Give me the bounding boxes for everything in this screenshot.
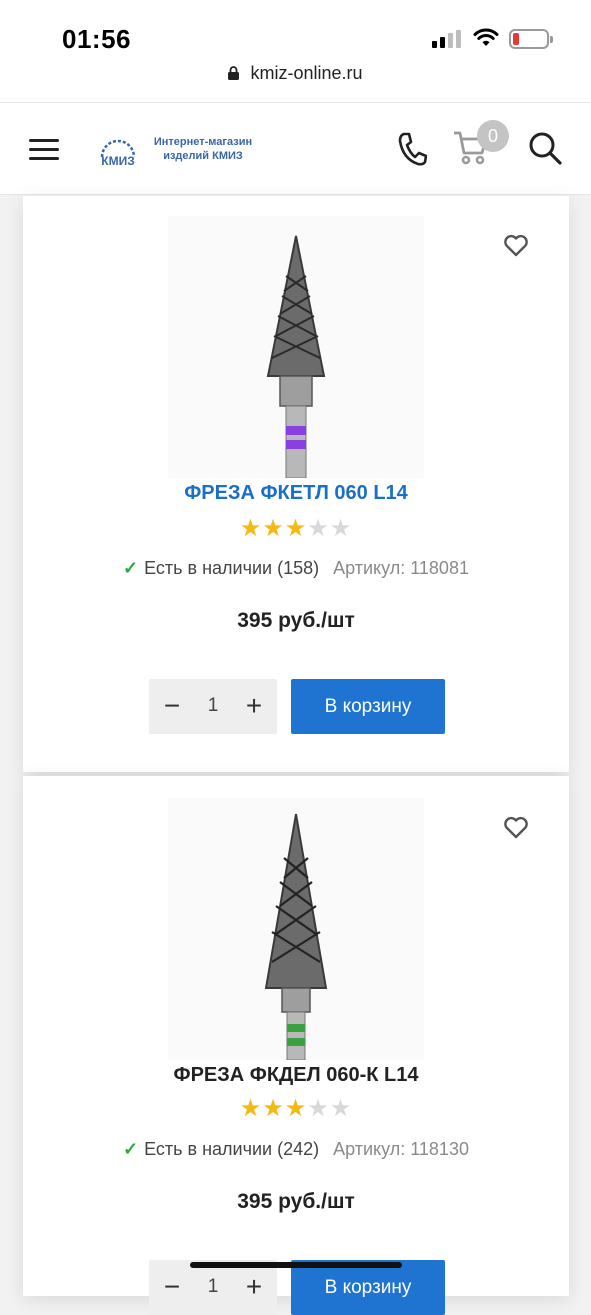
star-filled-icon: ★ [284, 1095, 308, 1122]
phone-icon[interactable] [397, 131, 427, 167]
battery-level [513, 33, 519, 45]
add-to-cart-button[interactable]: В корзину [291, 679, 445, 734]
quantity-value[interactable]: 1 [193, 695, 233, 717]
star-filled-icon: ★ [239, 1095, 263, 1122]
favorite-heart-icon[interactable] [503, 234, 529, 258]
increment-button[interactable]: + [239, 691, 269, 721]
product-image[interactable] [168, 216, 424, 478]
status-bar: 01:56 [0, 0, 591, 62]
shank-band [286, 426, 306, 435]
star-empty-icon: ★ [307, 1095, 330, 1122]
cart-count-badge[interactable]: 0 [477, 120, 509, 152]
product-title[interactable]: ФРЕЗА ФКЕТЛ 060 L14 [23, 482, 569, 505]
add-to-cart-button[interactable]: В корзину [291, 1260, 445, 1315]
checkmark-icon: ✓ [123, 558, 139, 578]
stock-info: ✓ Есть в наличии (158) Артикул: 118081 [23, 558, 569, 579]
sku-label: Артикул: 118130 [333, 1139, 469, 1159]
star-empty-icon: ★ [329, 1095, 353, 1122]
status-time: 01:56 [62, 24, 131, 54]
shank-band [286, 440, 306, 449]
stock-status: Есть в наличии (158) [144, 558, 320, 578]
home-indicator[interactable] [190, 1262, 402, 1268]
quantity-stepper: − 1 + [149, 1260, 277, 1315]
logo-mark-icon: КМИЗ [100, 139, 136, 168]
product-title[interactable]: ФРЕЗА ФКДЕЛ 060-К L14 [23, 1064, 569, 1087]
sku-label: Артикул: 118081 [333, 558, 469, 578]
url-text: kmiz-online.ru [250, 62, 363, 83]
star-filled-icon: ★ [262, 515, 285, 542]
checkmark-icon: ✓ [123, 1139, 139, 1159]
stock-info: ✓ Есть в наличии (242) Артикул: 118130 [23, 1139, 569, 1160]
product-price: 395 руб./шт [237, 1190, 355, 1213]
star-filled-icon: ★ [262, 1095, 285, 1122]
address-bar[interactable]: kmiz-online.ru [0, 62, 591, 102]
rating-stars: ★★★★★ [23, 1094, 569, 1123]
logo-text-line1: Интернет-магазин [153, 136, 253, 148]
rating-stars: ★★★★★ [23, 514, 569, 543]
decrement-button[interactable]: − [157, 691, 187, 721]
quantity-value[interactable]: 1 [193, 1276, 233, 1298]
menu-icon[interactable] [29, 136, 59, 162]
logo-text-line2: изделий КМИЗ [163, 150, 243, 162]
star-filled-icon: ★ [284, 515, 308, 542]
wifi-icon [473, 28, 499, 46]
quantity-stepper: − 1 + [149, 679, 277, 734]
svg-text:КМИЗ: КМИЗ [101, 154, 134, 168]
search-icon[interactable] [527, 130, 563, 166]
decrement-button[interactable]: − [157, 1272, 187, 1302]
lock-icon [228, 66, 240, 81]
product-price: 395 руб./шт [237, 609, 355, 632]
favorite-heart-icon[interactable] [503, 816, 529, 840]
battery-icon [509, 29, 553, 49]
product-image[interactable] [168, 798, 424, 1060]
star-empty-icon: ★ [329, 515, 353, 542]
stock-status: Есть в наличии (242) [144, 1139, 320, 1159]
logo-text: Интернет-магазин изделий КМИЗ [148, 135, 258, 163]
star-empty-icon: ★ [307, 515, 330, 542]
product-card: ФРЕЗА ФКЕТЛ 060 L14 ★★★★★ ✓ Есть в наличи… [23, 196, 569, 772]
shank-band [287, 1038, 305, 1046]
logo[interactable]: КМИЗ Интернет-магазин изделий КМИЗ [96, 129, 266, 173]
star-filled-icon: ★ [239, 515, 263, 542]
cellular-signal-icon [432, 30, 462, 48]
product-card: ФРЕЗА ФКДЕЛ 060-К L14 ★★★★★ ✓ Есть в нали… [23, 776, 569, 1315]
increment-button[interactable]: + [239, 1272, 269, 1302]
shank-band [287, 1024, 305, 1032]
